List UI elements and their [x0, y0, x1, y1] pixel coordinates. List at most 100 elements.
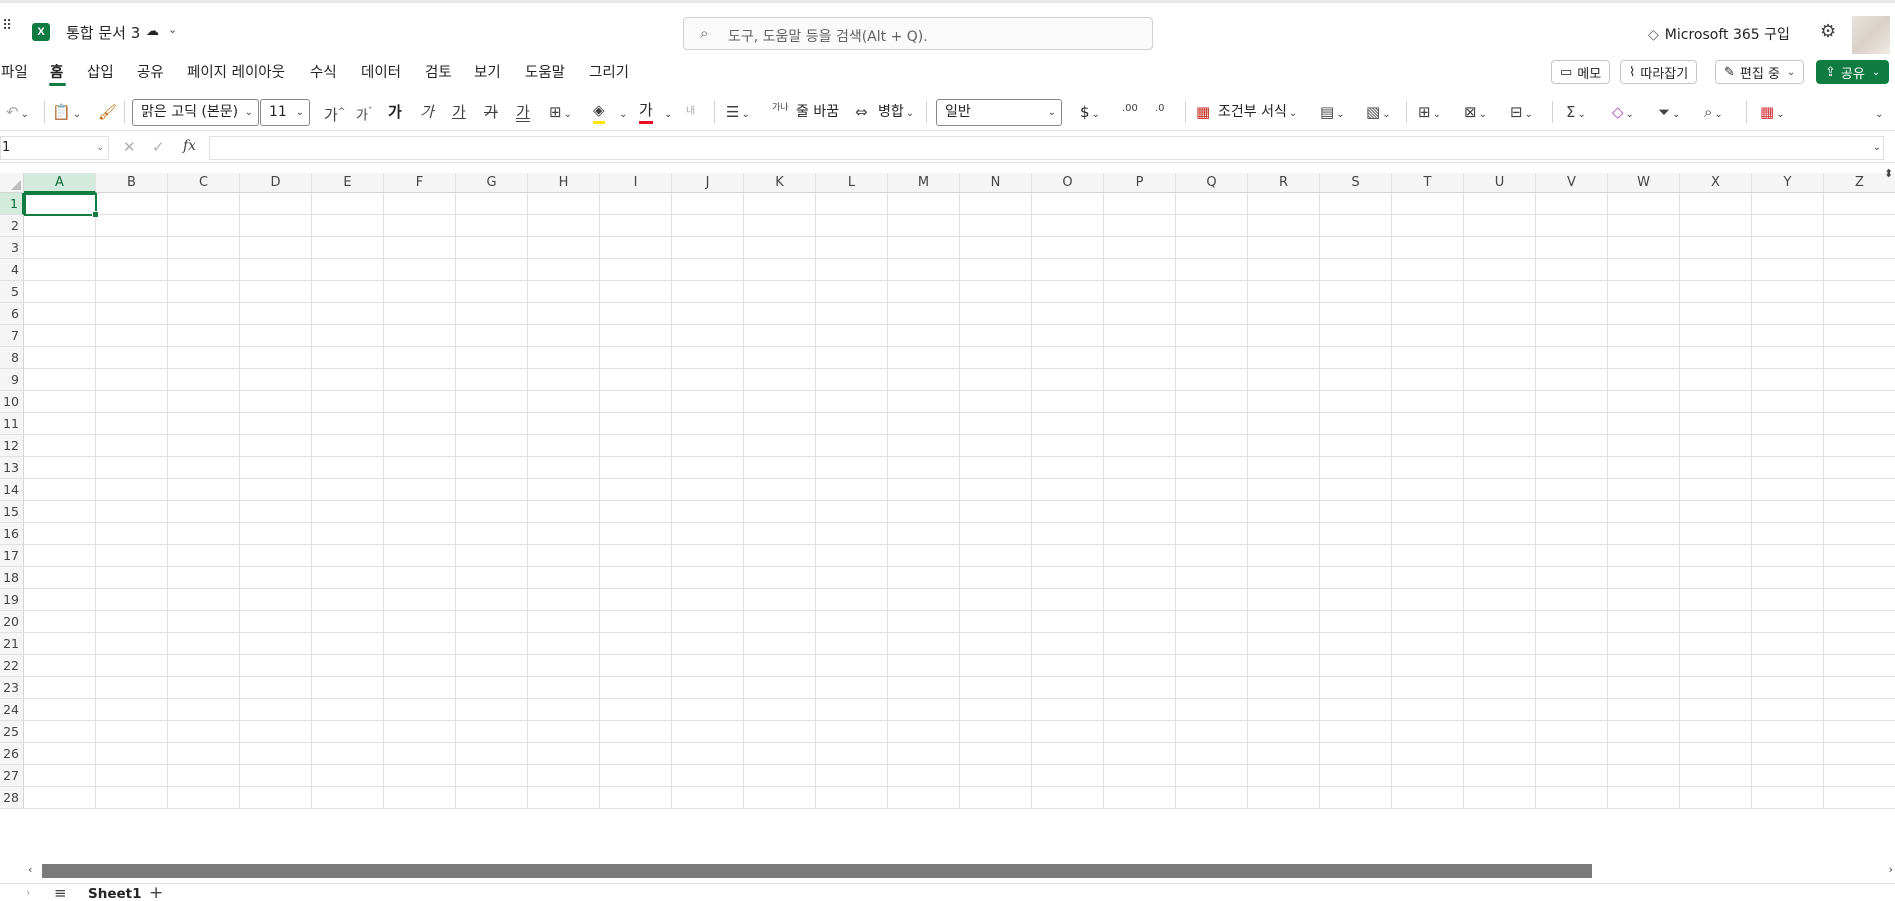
row-header[interactable]: 4 [0, 259, 24, 281]
conditional-format-label[interactable]: 조건부 서식 ⌄ [1218, 99, 1297, 127]
excel-logo[interactable]: X [32, 23, 50, 41]
borders-icon[interactable]: ⊞ ⌄ [549, 99, 572, 128]
column-header[interactable]: I [600, 173, 672, 193]
row-header[interactable]: 12 [0, 435, 24, 457]
column-header[interactable]: S [1320, 173, 1392, 193]
gear-icon[interactable]: ⚙ [1820, 21, 1836, 42]
column-header[interactable]: O [1032, 173, 1104, 193]
font-size-combo[interactable]: 11 ⌄ [260, 99, 310, 126]
chevron-down-icon[interactable]: ⌄ [617, 99, 627, 128]
row-header[interactable]: 18 [0, 567, 24, 589]
cancel-icon[interactable]: ✕ [123, 138, 136, 156]
column-header[interactable]: M [888, 173, 960, 193]
share-button[interactable]: ⇪ 공유 ⌄ [1816, 60, 1890, 84]
tab-review[interactable]: 검토 [425, 61, 452, 82]
wrap-text-icon[interactable]: 가나 [772, 102, 789, 114]
expand-formula-bar-icon[interactable]: ⬍ [1884, 167, 1893, 180]
chevron-down-icon[interactable]: ⌄ [1873, 142, 1881, 153]
bold-icon[interactable]: 가 [388, 99, 402, 125]
font-name-combo[interactable]: 맑은 고딕 (본문) ⌄ [132, 99, 259, 126]
delete-cells-icon[interactable]: ⊠ ⌄ [1464, 99, 1487, 128]
row-header[interactable]: 14 [0, 479, 24, 501]
row-header[interactable]: 8 [0, 347, 24, 369]
row-header[interactable]: 17 [0, 545, 24, 567]
column-header[interactable]: D [240, 173, 312, 193]
sheet-nav-icon[interactable]: › [26, 886, 30, 899]
select-all-button[interactable] [0, 173, 24, 193]
avatar[interactable] [1852, 16, 1890, 54]
row-header[interactable]: 27 [0, 765, 24, 787]
tab-view[interactable]: 보기 [474, 61, 501, 82]
column-header[interactable]: R [1248, 173, 1320, 193]
chevron-down-icon[interactable]: ⌄ [168, 23, 177, 36]
format-cells-icon[interactable]: ⊟ ⌄ [1510, 99, 1533, 128]
column-header[interactable]: K [744, 173, 816, 193]
tab-home[interactable]: 홈 [50, 61, 63, 82]
currency-icon[interactable]: $ ⌄ [1080, 99, 1100, 128]
name-box[interactable]: 1 ⌄ [0, 136, 109, 160]
tab-share[interactable]: 공유 [137, 61, 164, 82]
confirm-icon[interactable]: ✓ [152, 138, 165, 156]
increase-font-icon[interactable]: 가^ [324, 99, 345, 128]
column-header[interactable]: E [312, 173, 384, 193]
column-header[interactable]: F [384, 173, 456, 193]
tab-data[interactable]: 데이터 [361, 61, 401, 82]
underline-icon[interactable]: 가 [452, 99, 466, 125]
row-header[interactable]: 15 [0, 501, 24, 523]
strikethrough-icon[interactable]: 가 [484, 99, 498, 125]
row-header[interactable]: 6 [0, 303, 24, 325]
horizontal-scrollbar[interactable]: ‹ › [24, 861, 1895, 881]
column-header[interactable]: U [1464, 173, 1536, 193]
format-painter-icon[interactable]: 🖌 [98, 99, 117, 125]
tab-insert[interactable]: 삽입 [87, 61, 114, 82]
row-header[interactable]: 1 [0, 193, 24, 215]
column-header[interactable]: H [528, 173, 600, 193]
cloud-sync-icon[interactable]: ☁ [146, 24, 159, 39]
scroll-left-icon[interactable]: ‹ [28, 863, 32, 876]
add-ins-icon[interactable]: ▦ ⌄ [1760, 99, 1785, 128]
column-header[interactable]: J [672, 173, 744, 193]
column-header[interactable]: A [24, 173, 96, 193]
tab-file[interactable]: 파일 [1, 61, 28, 82]
column-header[interactable]: G [456, 173, 528, 193]
scrollbar-thumb[interactable] [42, 864, 1592, 878]
undo-icon[interactable]: ↶ ⌄ [6, 99, 29, 128]
sheet-tab[interactable]: Sheet1 [86, 886, 144, 901]
row-header[interactable]: 13 [0, 457, 24, 479]
format-as-table-icon[interactable]: ▤ ⌄ [1320, 99, 1345, 128]
cell-styles-icon[interactable]: ▧ ⌄ [1366, 99, 1391, 128]
column-header[interactable]: Y [1752, 173, 1824, 193]
row-header[interactable]: 5 [0, 281, 24, 303]
clear-icon[interactable]: ◇ ⌄ [1612, 99, 1634, 128]
row-header[interactable]: 3 [0, 237, 24, 259]
tab-page-layout[interactable]: 페이지 레이아웃 [187, 61, 285, 82]
row-header[interactable]: 10 [0, 391, 24, 413]
font-color-icon[interactable]: 가 [639, 99, 653, 124]
column-header[interactable]: L [816, 173, 888, 193]
row-header[interactable]: 21 [0, 633, 24, 655]
all-sheets-icon[interactable]: ≡ [54, 884, 67, 901]
column-header[interactable]: W [1608, 173, 1680, 193]
column-header[interactable]: V [1536, 173, 1608, 193]
row-header[interactable]: 19 [0, 589, 24, 611]
row-header[interactable]: 7 [0, 325, 24, 347]
find-icon[interactable]: ⌕ ⌄ [1704, 99, 1723, 128]
decrease-font-icon[interactable]: 가ˇ [356, 99, 372, 129]
column-header[interactable]: X [1680, 173, 1752, 193]
search-input[interactable]: 도구, 도움말 등을 검색(Alt + Q). [728, 26, 928, 46]
decrease-decimal-icon[interactable]: .0 [1155, 103, 1165, 115]
fill-color-icon[interactable]: ◈ [593, 99, 605, 124]
row-header[interactable]: 22 [0, 655, 24, 677]
scroll-right-icon[interactable]: › [1889, 863, 1893, 876]
increase-decimal-icon[interactable]: .00 [1122, 103, 1138, 115]
column-header[interactable]: P [1104, 173, 1176, 193]
row-header[interactable]: 11 [0, 413, 24, 435]
column-header[interactable]: B [96, 173, 168, 193]
row-header[interactable]: 28 [0, 787, 24, 809]
buy-microsoft-365-button[interactable]: ◇ Microsoft 365 구입 [1648, 24, 1790, 44]
search-box[interactable]: ⌕ 도구, 도움말 등을 검색(Alt + Q). [683, 17, 1153, 50]
waffle-icon[interactable]: ⠿ [2, 19, 14, 40]
row-header[interactable]: 26 [0, 743, 24, 765]
chevron-down-icon[interactable]: ⌄ [662, 99, 672, 128]
sort-filter-icon[interactable]: ⏷ ⌄ [1658, 99, 1680, 128]
